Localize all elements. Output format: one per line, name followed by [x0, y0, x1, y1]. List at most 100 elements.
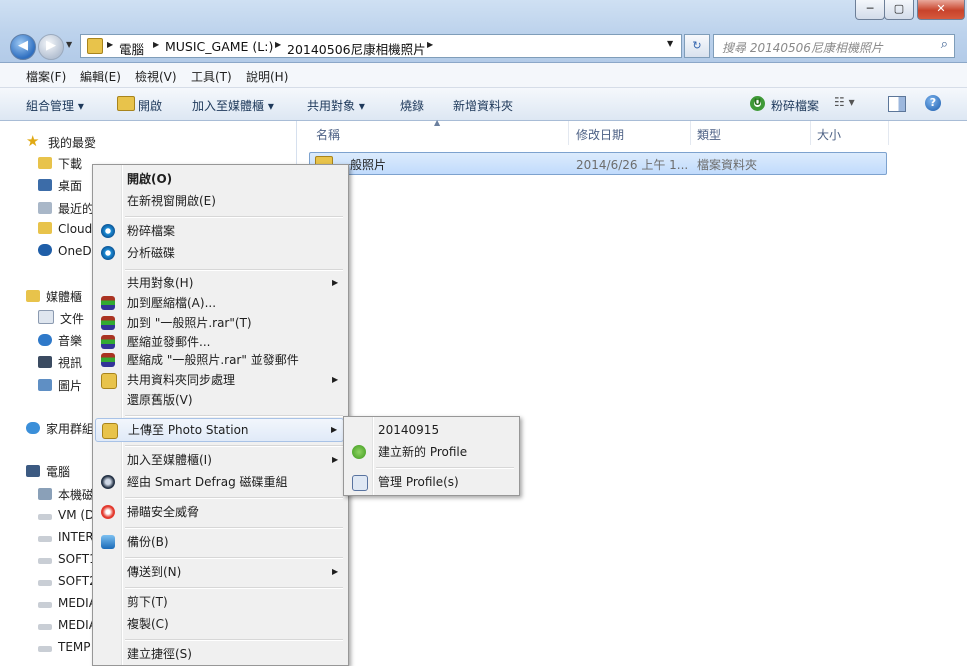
menu-file[interactable]: 檔案(F)	[26, 68, 66, 85]
menu-help[interactable]: 說明(H)	[246, 68, 288, 85]
preview-pane-icon[interactable]	[888, 96, 906, 112]
column-header-type[interactable]: 類型	[697, 126, 721, 143]
submenu-item-profile[interactable]: 20140915	[346, 419, 515, 441]
nav-item-desktop[interactable]: 桌面	[38, 177, 82, 194]
new-folder-button[interactable]: 新增資料夾	[453, 97, 513, 114]
menu-edit[interactable]: 編輯(E)	[80, 68, 121, 85]
menu-item-cut[interactable]: 剪下(T)	[95, 591, 344, 613]
title-bar: ─ ▢ ✕ ◀ ▶ ▼ ▶ 電腦 ▶ MUSIC_GAME (L:) ▶ 201…	[0, 0, 967, 63]
drive-icon	[38, 558, 52, 564]
submenu-arrow-icon: ▶	[332, 567, 339, 576]
search-input[interactable]: 搜尋 20140506尼康相機照片 ⌕	[713, 34, 955, 58]
nav-item-recent[interactable]: 最近的	[38, 200, 94, 217]
back-button[interactable]: ◀	[10, 34, 36, 60]
maximize-button[interactable]: ▢	[884, 0, 914, 20]
column-header-modified[interactable]: 修改日期	[576, 126, 624, 143]
winrar-icon	[101, 316, 115, 330]
library-icon	[26, 290, 40, 302]
menu-item-share-with[interactable]: 共用對象(H) ▶	[95, 272, 344, 294]
menu-item-send-to[interactable]: 傳送到(N) ▶	[95, 561, 344, 583]
view-options-icon[interactable]: ☷ ▾	[834, 95, 855, 109]
open-button[interactable]: 開啟	[138, 97, 162, 114]
menu-item-copy[interactable]: 複製(C)	[95, 613, 344, 635]
breadcrumb-drive[interactable]: MUSIC_GAME (L:)	[165, 39, 273, 54]
column-header-size[interactable]: 大小	[817, 126, 841, 143]
help-icon[interactable]: ?	[925, 95, 941, 111]
nav-item-music[interactable]: 音樂	[38, 332, 82, 349]
menu-item-compress-rar-email[interactable]: 壓縮成 "一般照片.rar" 並發郵件	[95, 349, 344, 371]
address-dropdown-icon[interactable]: ▼	[667, 39, 673, 48]
menu-item-smart-defrag[interactable]: 經由 Smart Defrag 磁碟重組	[95, 471, 344, 493]
forward-button[interactable]: ▶	[38, 34, 64, 60]
submenu-arrow-icon: ▶	[331, 425, 338, 434]
menu-bar: 檔案(F) 編輯(E) 檢視(V) 工具(T) 說明(H)	[0, 63, 967, 88]
breadcrumb-arrow-icon[interactable]: ▶	[153, 40, 159, 49]
nav-item-drive[interactable]: 本機磁	[38, 486, 94, 503]
nav-item-documents[interactable]: 文件	[38, 310, 84, 327]
menu-item-backup[interactable]: 備份(B)	[95, 531, 344, 553]
menu-item-open[interactable]: 開啟(O)	[95, 168, 344, 190]
nav-item-drive[interactable]: VM (D	[38, 508, 94, 522]
search-icon[interactable]: ⌕	[941, 37, 948, 52]
nav-item-onedrive[interactable]: OneD	[38, 244, 92, 258]
menu-item-analyze-disk[interactable]: 分析磁碟	[95, 242, 344, 264]
file-row-selected[interactable]: 一般照片 2014/6/26 上午 1... 檔案資料夾	[309, 152, 887, 175]
breadcrumb-arrow-icon[interactable]: ▶	[427, 40, 433, 49]
nav-item-drive[interactable]: SOFT2	[38, 574, 97, 588]
sort-ascending-icon: ▲	[434, 118, 441, 127]
organize-button[interactable]: 組合管理 ▾	[26, 97, 84, 114]
nav-item-pictures[interactable]: 圖片	[38, 377, 82, 394]
submenu-item-manage-profiles[interactable]: 管理 Profile(s)	[346, 471, 515, 493]
column-divider[interactable]	[888, 121, 889, 145]
add-to-library-button[interactable]: 加入至媒體櫃 ▾	[192, 97, 274, 114]
column-divider[interactable]	[568, 121, 569, 145]
favorites-header[interactable]: 我的最愛	[48, 134, 96, 151]
menu-item-shred[interactable]: 粉碎檔案	[95, 220, 344, 242]
share-with-button[interactable]: 共用對象 ▾	[307, 97, 365, 114]
menu-view[interactable]: 檢視(V)	[135, 68, 177, 85]
drive-icon	[38, 646, 52, 652]
drive-icon	[38, 624, 52, 630]
breadcrumb-arrow-icon[interactable]: ▶	[107, 40, 113, 49]
menu-item-add-archive[interactable]: 加到壓縮檔(A)...	[95, 292, 344, 314]
nav-item-cloud[interactable]: Cloud	[38, 222, 92, 236]
pictures-icon	[38, 379, 52, 391]
nav-item-drive[interactable]: INTER	[38, 530, 94, 544]
burn-button[interactable]: 燒錄	[400, 97, 424, 114]
breadcrumb-computer[interactable]: 電腦	[119, 39, 144, 58]
column-header-name[interactable]: 名稱	[316, 126, 340, 143]
minimize-button[interactable]: ─	[855, 0, 885, 20]
menu-item-shared-folder-sync[interactable]: 共用資料夾同步處理 ▶	[95, 369, 344, 391]
breadcrumb-folder[interactable]: 20140506尼康相機照片	[287, 39, 426, 58]
nav-item-homegroup[interactable]: 家用群組	[26, 420, 94, 437]
menu-item-restore-versions[interactable]: 還原舊版(V)	[95, 389, 344, 411]
menu-item-include-library[interactable]: 加入至媒體櫃(I) ▶	[95, 449, 344, 471]
column-divider[interactable]	[690, 121, 691, 145]
refresh-button[interactable]: ↻	[684, 34, 710, 58]
nav-item-drive[interactable]: TEMP	[38, 640, 91, 654]
nav-item-drive[interactable]: MEDIA	[38, 618, 97, 632]
menu-tools[interactable]: 工具(T)	[191, 68, 232, 85]
recent-pages-dropdown-icon[interactable]: ▼	[66, 40, 72, 49]
column-divider[interactable]	[810, 121, 811, 145]
address-bar[interactable]: ▶ 電腦 ▶ MUSIC_GAME (L:) ▶ 20140506尼康相機照片 …	[80, 34, 682, 58]
shred-app-icon	[101, 224, 115, 238]
drive-icon	[38, 602, 52, 608]
menu-item-scan-threats[interactable]: 掃瞄安全威脅	[95, 501, 344, 523]
nav-item-computer[interactable]: 電腦	[26, 463, 70, 480]
nav-item-drive[interactable]: MEDIA	[38, 596, 97, 610]
star-icon: ★	[26, 132, 40, 150]
menu-item-open-new-window[interactable]: 在新視窗開啟(E)	[95, 190, 344, 212]
nav-item-videos[interactable]: 視訊	[38, 354, 82, 371]
breadcrumb-arrow-icon[interactable]: ▶	[275, 40, 281, 49]
drive-icon	[38, 536, 52, 542]
sync-icon	[101, 373, 117, 389]
nav-item-libraries[interactable]: 媒體櫃	[26, 288, 82, 305]
close-button[interactable]: ✕	[917, 0, 965, 20]
nav-item-downloads[interactable]: 下載	[38, 155, 82, 172]
shred-files-button[interactable]: 粉碎檔案	[771, 97, 819, 114]
submenu-item-new-profile[interactable]: 建立新的 Profile	[346, 441, 515, 463]
menu-item-create-shortcut[interactable]: 建立捷徑(S)	[95, 643, 344, 665]
nav-item-drive[interactable]: SOFT1	[38, 552, 97, 566]
menu-item-upload-photo-station[interactable]: 上傳至 Photo Station ▶	[95, 418, 344, 442]
